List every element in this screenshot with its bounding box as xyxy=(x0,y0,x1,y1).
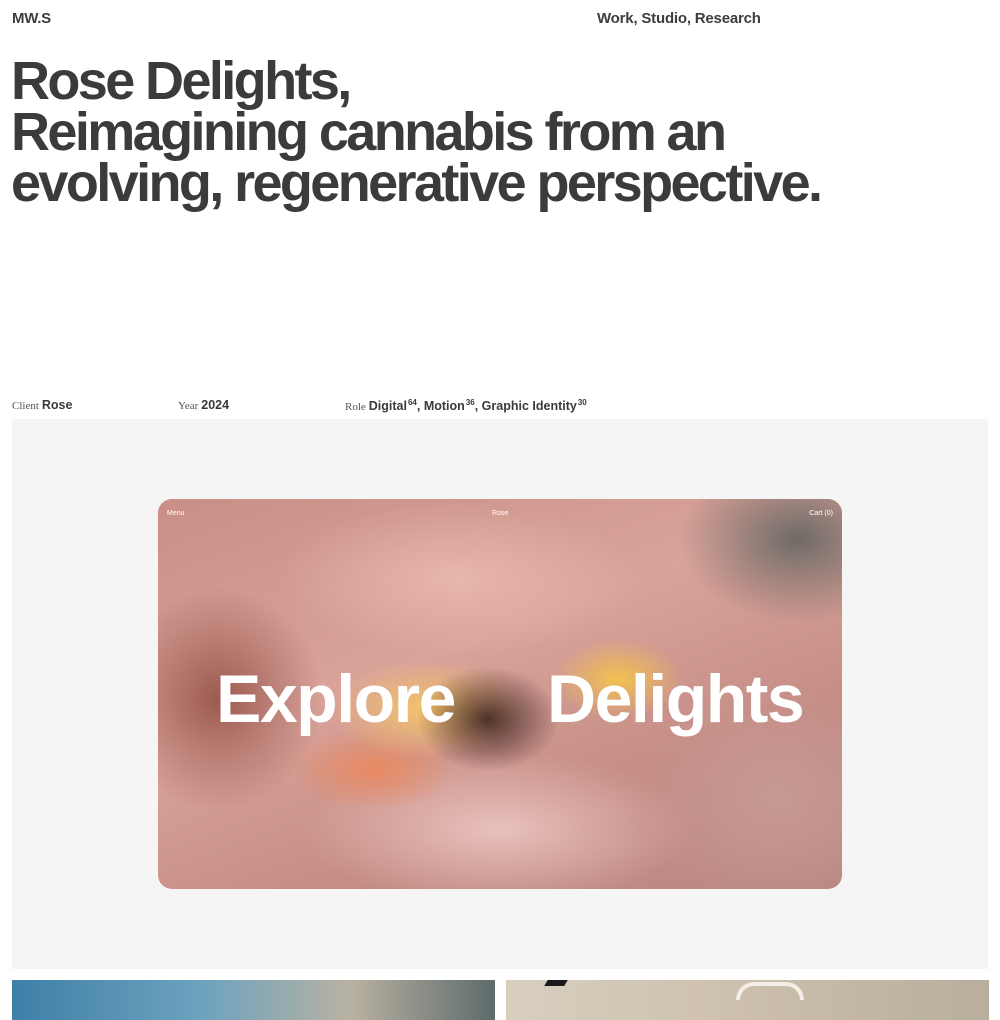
meta-client: Client Rose xyxy=(12,398,72,412)
role-graphic-identity: Graphic Identity xyxy=(481,399,577,414)
role-digital-count: 64 xyxy=(407,398,417,407)
nav-link-work[interactable]: Work xyxy=(597,10,634,27)
mockup-cart-link: Cart (0) xyxy=(809,510,833,517)
nav-link-research[interactable]: Research xyxy=(695,10,761,27)
role-digital: Digital xyxy=(368,399,407,414)
title-line-3: evolving, regenerative perspective. xyxy=(11,153,823,213)
role-graphic-identity-count: 30 xyxy=(577,398,587,407)
meta-year-value: 2024 xyxy=(201,398,230,412)
site-logo[interactable]: MW.S xyxy=(12,10,51,27)
meta-year-label: Year xyxy=(178,400,199,412)
role-motion: Motion xyxy=(423,399,465,414)
page-title: Rose Delights, Reimagining cannabis from… xyxy=(11,51,971,213)
meta-client-value: Rose xyxy=(41,398,73,412)
mockup-title-delights: Delights xyxy=(547,661,805,737)
hero-video[interactable]: Menu Rose Cart (0) Explore Delights xyxy=(158,499,842,889)
meta-role-label: Role xyxy=(345,401,366,414)
hero-panel: Menu Rose Cart (0) Explore Delights xyxy=(12,419,988,969)
meta-role: Role Digital64, Motion36, Graphic Identit… xyxy=(345,398,587,414)
title-line-1: Rose Delights, xyxy=(11,51,352,111)
project-meta: Client Rose Year 2024 Role Digital64, Motio… xyxy=(12,398,992,418)
nav-link-studio[interactable]: Studio xyxy=(641,10,687,27)
gallery-image-right[interactable] xyxy=(506,980,989,1020)
nav-separator: , xyxy=(686,10,695,27)
top-navigation: Work, Studio, Research xyxy=(597,10,761,27)
gallery-image-left[interactable] xyxy=(12,980,495,1020)
mockup-title-explore: Explore xyxy=(216,661,456,737)
role-motion-count: 36 xyxy=(465,398,475,407)
meta-year: Year 2024 xyxy=(178,398,229,412)
mockup-brand-label: Rose xyxy=(492,510,509,517)
meta-client-label: Client xyxy=(12,400,39,412)
title-line-2: Reimagining cannabis from an xyxy=(11,102,727,162)
mockup-menu-link: Menu xyxy=(167,510,185,517)
